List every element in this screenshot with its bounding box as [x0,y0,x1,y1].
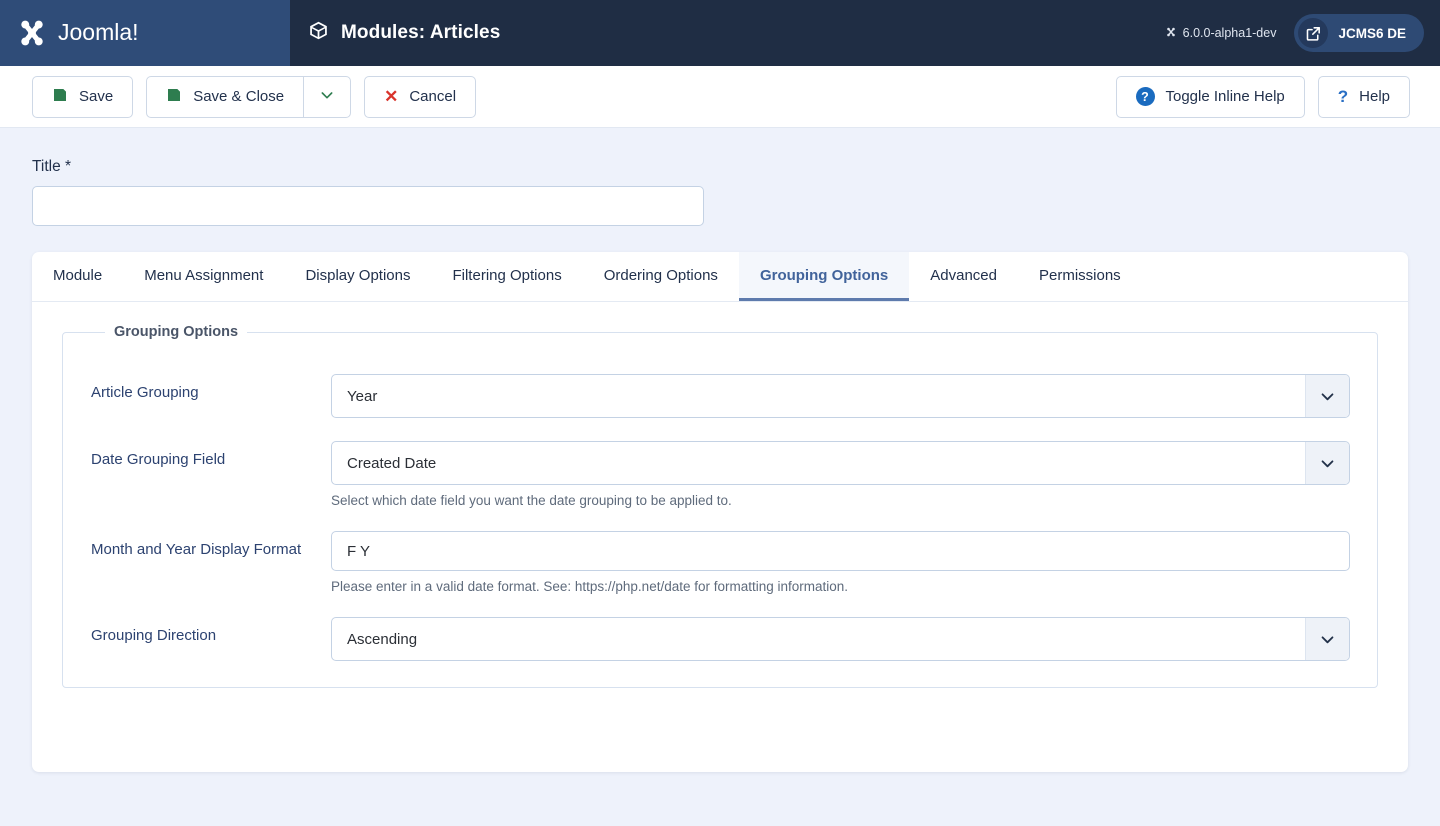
tab-display-options[interactable]: Display Options [284,252,431,301]
save-button[interactable]: Save [32,75,134,118]
site-name-label: JCMS6 DE [1338,25,1406,41]
article-grouping-select[interactable]: Year [331,374,1350,418]
grouping-direction-select-value: Ascending [347,630,418,648]
field-grouping-direction-control: Ascending [331,617,1350,661]
joomla-logo-icon[interactable]: Joomla! [14,15,208,51]
cube-icon [308,20,329,47]
tab-permissions[interactable]: Permissions [1018,252,1142,301]
date-grouping-field-select-value: Created Date [347,454,437,472]
visit-site-button[interactable]: JCMS6 DE [1294,14,1424,52]
month-year-display-format-help: Please enter in a valid date format. See… [331,579,849,594]
chevron-down-icon[interactable] [1305,375,1349,417]
save-and-close-button[interactable]: Save & Close [146,75,305,118]
question-mark-icon: ? [1337,86,1349,106]
page-content: Title * Module Menu Assignment Display O… [0,128,1440,772]
module-edit-card: Module Menu Assignment Display Options F… [32,252,1408,772]
tab-menu-assignment[interactable]: Menu Assignment [123,252,284,301]
floppy-disk-icon [166,87,182,107]
field-month-year-display-format: Month and Year Display Format Please ent… [91,531,1357,594]
field-month-year-display-format-control: Please enter in a valid date format. See… [331,531,1350,594]
page-title: Modules: Articles [290,0,1165,66]
grouping-options-fieldset: Grouping Options Article Grouping Year D… [62,324,1378,688]
toggle-inline-help-button[interactable]: ? Toggle Inline Help [1115,75,1305,118]
tab-bar: Module Menu Assignment Display Options F… [32,252,1408,302]
field-article-grouping-control: Year [331,374,1350,418]
field-date-grouping-field-control: Created Date Select which date field you… [331,441,1350,508]
field-month-year-display-format-label: Month and Year Display Format [91,541,302,558]
title-field-block: Title * [32,128,1408,226]
date-grouping-field-help: Select which date field you want the dat… [331,493,732,508]
tab-advanced[interactable]: Advanced [909,252,1018,301]
date-grouping-field-select[interactable]: Created Date [331,441,1350,485]
editor-toolbar: Save Save & Close ✕ Cancel ? Toggle Inli… [0,66,1440,128]
cancel-button-label: Cancel [409,88,457,105]
svg-text:Joomla!: Joomla! [58,19,139,45]
save-options-dropdown-button[interactable] [303,75,352,118]
tab-filtering-options[interactable]: Filtering Options [431,252,582,301]
header-right-area: 6.0.0-alpha1-dev JCMS6 DE [1165,0,1440,66]
save-and-close-button-label: Save & Close [193,88,285,105]
save-button-label: Save [79,88,114,105]
field-grouping-direction: Grouping Direction Ascending [91,617,1357,661]
chevron-down-icon [319,87,335,107]
tab-module[interactable]: Module [32,252,123,301]
version-indicator: 6.0.0-alpha1-dev [1165,26,1277,41]
brand-area[interactable]: Joomla! [0,0,290,66]
field-article-grouping: Article Grouping Year [91,374,1357,418]
grouping-options-legend: Grouping Options [114,324,239,340]
chevron-down-icon[interactable] [1305,442,1349,484]
page-title-text: Modules: Articles [341,22,501,43]
toolbar-left-group: Save Save & Close ✕ Cancel [32,75,477,118]
floppy-disk-icon [52,87,68,107]
field-date-grouping-field-label: Date Grouping Field [91,451,226,468]
tab-grouping-options[interactable]: Grouping Options [738,252,910,301]
tab-ordering-options[interactable]: Ordering Options [583,252,739,301]
app-header: Joomla! Modules: Articles 6.0.0-alpha1-d… [0,0,1440,66]
title-input[interactable] [32,186,704,226]
joomla-mark-icon [1165,26,1177,41]
close-x-icon: ✕ [384,87,399,106]
grouping-direction-select[interactable]: Ascending [331,617,1350,661]
help-button-label: Help [1359,88,1390,105]
field-date-grouping-field: Date Grouping Field Created Date Select … [91,441,1357,508]
save-close-button-group: Save & Close [146,75,352,118]
month-year-display-format-input[interactable] [331,531,1350,571]
cancel-button[interactable]: ✕ Cancel [364,75,477,118]
field-grouping-direction-label: Grouping Direction [91,627,217,644]
question-circle-icon: ? [1135,87,1155,106]
toolbar-right-group: ? Toggle Inline Help ? Help [1115,75,1410,118]
chevron-down-icon[interactable] [1305,618,1349,660]
version-text: 6.0.0-alpha1-dev [1182,26,1277,40]
toggle-inline-help-label: Toggle Inline Help [1165,88,1285,105]
help-button[interactable]: ? Help [1317,75,1410,118]
external-link-icon [1298,18,1329,48]
tab-panel-grouping-options: Grouping Options Article Grouping Year D… [32,302,1408,688]
field-article-grouping-label: Article Grouping [91,384,199,401]
article-grouping-select-value: Year [347,387,378,405]
title-label: Title * [32,158,72,175]
